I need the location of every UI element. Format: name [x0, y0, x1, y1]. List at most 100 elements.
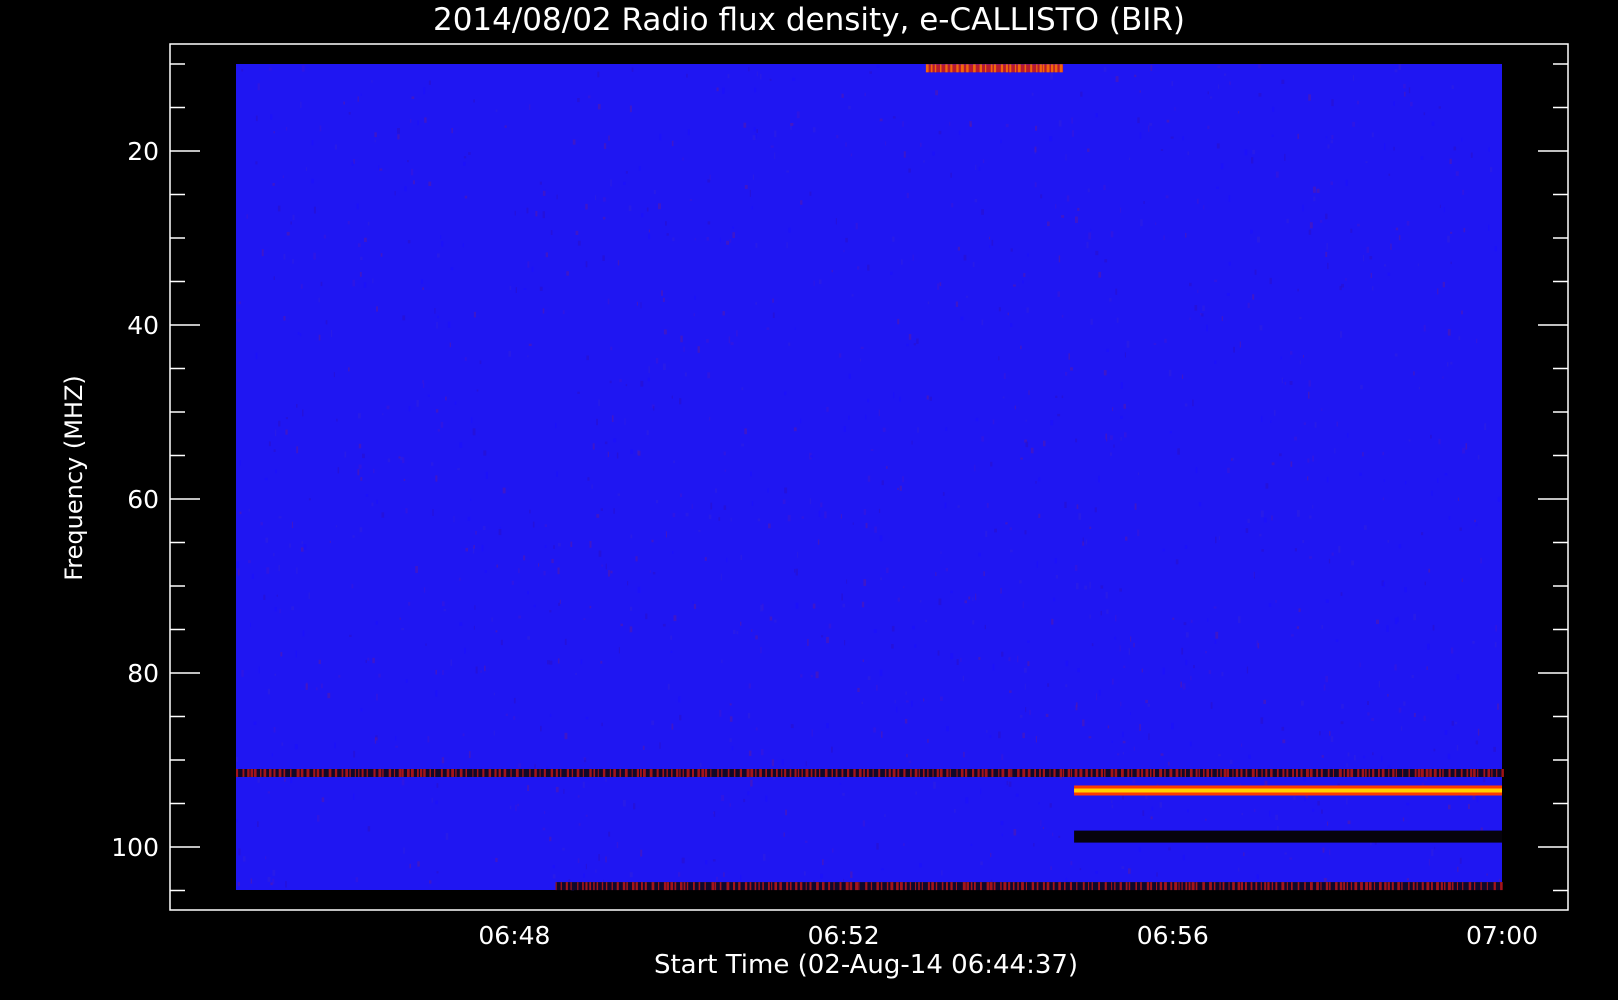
noise-speck	[1459, 857, 1462, 864]
noise-speck	[611, 415, 614, 422]
noise-speck	[1185, 232, 1187, 238]
noise-speck	[845, 237, 848, 243]
noise-speck	[672, 237, 675, 242]
noise-speck	[468, 751, 471, 759]
noise-speck	[1346, 763, 1348, 768]
noise-speck	[1181, 647, 1184, 655]
noise-speck	[402, 457, 405, 464]
noise-speck	[376, 693, 378, 701]
noise-speck	[927, 301, 930, 305]
feature-stripe	[571, 769, 574, 777]
noise-speck	[401, 628, 404, 631]
feature-stripe	[1184, 769, 1186, 777]
noise-speck	[403, 847, 405, 854]
noise-speck	[659, 133, 662, 141]
noise-speck	[417, 861, 420, 867]
noise-speck	[1110, 435, 1113, 440]
noise-speck	[1462, 447, 1466, 454]
feature-stripe	[393, 769, 396, 777]
feature-stripe	[701, 769, 705, 777]
feature-stripe	[666, 882, 669, 891]
feature-stripe	[593, 769, 596, 777]
noise-speck	[721, 659, 723, 663]
noise-speck	[531, 266, 534, 272]
noise-speck	[1137, 472, 1139, 476]
feature-stripe	[980, 882, 982, 891]
noise-speck	[1401, 726, 1403, 731]
noise-speck	[1259, 325, 1263, 331]
noise-speck	[597, 104, 601, 110]
feature-stripe	[429, 769, 431, 777]
noise-speck	[1394, 617, 1398, 625]
noise-speck	[1214, 360, 1217, 364]
feature-stripe	[1146, 882, 1150, 891]
noise-speck	[978, 166, 981, 171]
feature-stripe	[1001, 769, 1005, 777]
feature-stripe	[809, 882, 812, 891]
feature-stripe	[236, 769, 239, 777]
noise-speck	[800, 200, 803, 205]
noise-speck	[250, 622, 251, 627]
feature-stripe	[921, 882, 923, 891]
feature-stripe	[909, 882, 912, 891]
noise-speck	[1089, 614, 1091, 619]
noise-speck	[435, 800, 438, 805]
noise-speck	[1308, 229, 1312, 235]
noise-speck	[672, 551, 674, 554]
noise-speck	[592, 443, 595, 450]
noise-speck	[425, 643, 427, 646]
noise-speck	[1321, 625, 1323, 629]
feature-stripe	[835, 769, 838, 777]
feature-stripe	[1189, 769, 1193, 777]
feature-stripe	[1402, 769, 1404, 777]
feature-stripe	[904, 882, 907, 891]
noise-speck	[1261, 549, 1264, 552]
feature-stripe	[410, 769, 414, 777]
feature-stripe	[247, 769, 250, 777]
noise-speck	[784, 391, 787, 396]
noise-speck	[1397, 616, 1399, 623]
noise-speck	[549, 836, 552, 842]
feature-stripe	[550, 769, 554, 777]
noise-speck	[994, 528, 997, 533]
noise-speck	[1437, 478, 1439, 483]
feature-stripe	[733, 769, 736, 777]
noise-speck	[1140, 219, 1143, 227]
noise-speck	[1111, 678, 1114, 685]
feature-stripe	[1491, 769, 1493, 777]
noise-speck	[453, 515, 455, 523]
noise-speck	[859, 358, 862, 362]
feature-stripe	[680, 882, 683, 891]
noise-speck	[1275, 814, 1279, 821]
noise-speck	[1076, 582, 1079, 590]
noise-speck	[1034, 146, 1037, 153]
noise-speck	[1437, 288, 1439, 295]
noise-speck	[793, 427, 797, 432]
feature-stripe	[758, 882, 760, 891]
noise-speck	[890, 271, 893, 275]
feature-stripe	[1051, 64, 1054, 73]
feature-stripe	[927, 769, 929, 777]
noise-speck	[1123, 665, 1126, 669]
noise-speck	[1497, 496, 1501, 502]
noise-speck	[873, 629, 877, 633]
noise-speck	[608, 831, 611, 837]
noise-speck	[818, 279, 822, 285]
feature-stripe	[849, 882, 853, 891]
feature-stripe	[1095, 769, 1099, 777]
noise-speck	[937, 650, 940, 656]
noise-speck	[771, 759, 774, 766]
noise-speck	[582, 781, 585, 788]
noise-speck	[861, 601, 865, 608]
feature-stripe	[498, 769, 501, 777]
noise-speck	[876, 65, 880, 68]
noise-speck	[800, 418, 802, 424]
noise-speck	[1015, 793, 1019, 797]
feature-stripe	[459, 769, 463, 777]
noise-speck	[336, 418, 338, 422]
noise-speck	[989, 245, 991, 248]
noise-speck	[1352, 121, 1355, 127]
noise-speck	[1488, 224, 1490, 231]
noise-speck	[380, 253, 383, 257]
noise-speck	[1303, 777, 1307, 782]
